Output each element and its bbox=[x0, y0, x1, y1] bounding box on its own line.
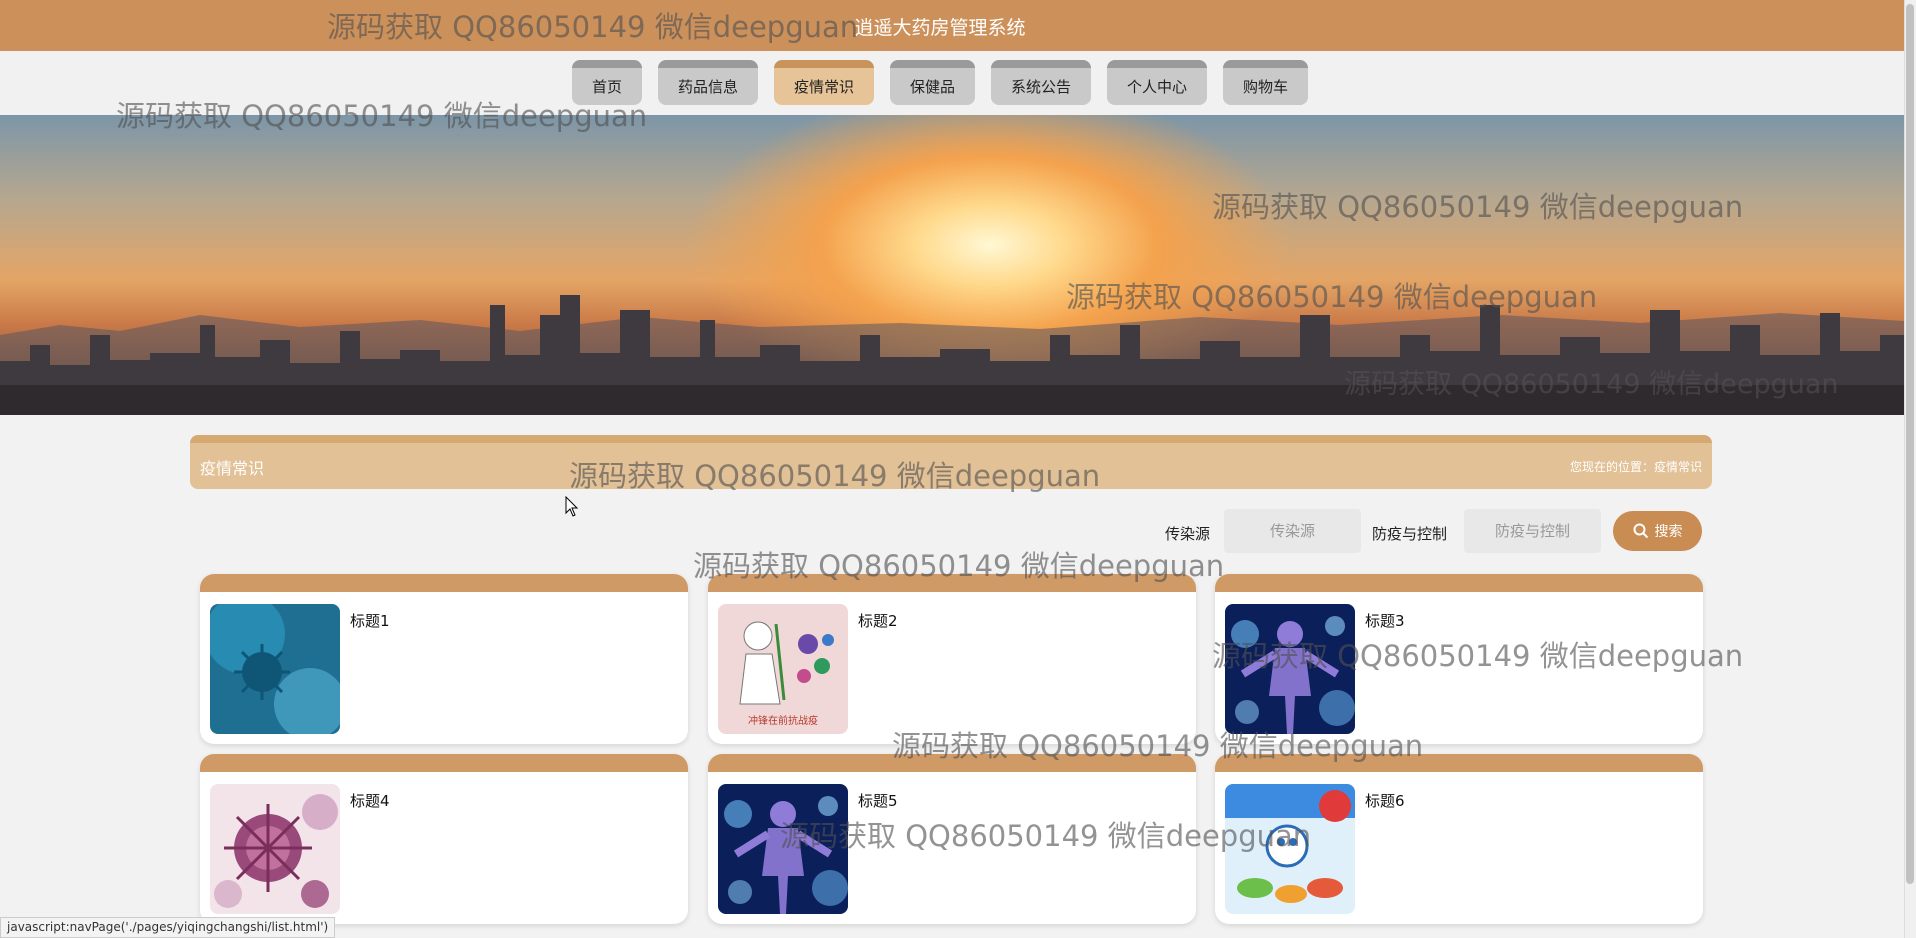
nav-item-epidemic[interactable]: 疫情常识 bbox=[773, 60, 874, 105]
site-title: 逍遥大药房管理系统 bbox=[854, 17, 1026, 39]
nav-item-cart[interactable]: 购物车 bbox=[1223, 60, 1309, 105]
mouse-cursor-icon bbox=[565, 496, 579, 517]
human-virus-image bbox=[1225, 604, 1355, 734]
nav-item-announcements[interactable]: 系统公告 bbox=[991, 60, 1092, 105]
scrollbar-thumb[interactable] bbox=[1906, 4, 1914, 884]
nav-menu: 首页 药品信息 疫情常识 保健品 系统公告 个人中心 购物车 bbox=[0, 60, 1880, 105]
nav-item-medicine[interactable]: 药品信息 bbox=[657, 60, 758, 105]
source-input[interactable] bbox=[1224, 509, 1361, 553]
doctor-cartoon-image: 冲锋在前抗战疫 bbox=[718, 604, 848, 734]
city-skyline-image bbox=[0, 295, 1904, 415]
article-card[interactable]: 标题6 bbox=[1215, 754, 1703, 924]
card-top-bar bbox=[708, 754, 1196, 772]
article-card[interactable]: 冲锋在前抗战疫 标题2 bbox=[708, 574, 1196, 744]
nav-item-profile[interactable]: 个人中心 bbox=[1107, 60, 1208, 105]
article-card[interactable]: 标题1 bbox=[200, 574, 688, 744]
section-title: 疫情常识 bbox=[200, 459, 265, 478]
search-button-label: 搜索 bbox=[1654, 524, 1683, 540]
virus-image bbox=[210, 604, 340, 734]
search-form: 传染源 防疫与控制 搜索 bbox=[0, 509, 1916, 553]
card-top-bar bbox=[1215, 754, 1703, 772]
hero-banner bbox=[0, 115, 1904, 415]
nav-item-health-products[interactable]: 保健品 bbox=[889, 60, 975, 105]
article-card[interactable]: 标题4 bbox=[200, 754, 688, 924]
card-top-bar bbox=[200, 574, 688, 592]
card-title[interactable]: 标题2 bbox=[858, 610, 898, 631]
article-card[interactable]: 标题5 bbox=[708, 754, 1196, 924]
search-button[interactable]: 搜索 bbox=[1613, 511, 1702, 551]
card-title[interactable]: 标题4 bbox=[350, 790, 390, 811]
prevention-label: 防疫与控制 bbox=[1372, 525, 1448, 543]
card-title[interactable]: 标题6 bbox=[1365, 790, 1405, 811]
card-title[interactable]: 标题3 bbox=[1365, 610, 1405, 631]
image-caption: 冲锋在前抗战疫 bbox=[748, 716, 818, 727]
card-top-bar bbox=[200, 754, 688, 772]
card-top-bar bbox=[1215, 574, 1703, 592]
top-header: 逍遥大药房管理系统 bbox=[0, 0, 1904, 51]
card-top-bar bbox=[708, 574, 1196, 592]
nav-item-home[interactable]: 首页 bbox=[571, 60, 642, 105]
card-title[interactable]: 标题1 bbox=[350, 610, 390, 631]
search-icon bbox=[1633, 523, 1648, 539]
page-scrollbar[interactable] bbox=[1904, 0, 1916, 938]
breadcrumb: 您现在的位置：疫情常识 bbox=[1569, 460, 1702, 474]
nav-bar: 首页 药品信息 疫情常识 保健品 系统公告 个人中心 购物车 bbox=[0, 51, 1904, 115]
virus-image bbox=[210, 784, 340, 914]
food-cartoon-image bbox=[1225, 784, 1355, 914]
human-virus-image bbox=[718, 784, 848, 914]
source-label: 传染源 bbox=[1165, 525, 1211, 543]
status-bar-url: javascript:navPage('./pages/yiqingchangs… bbox=[0, 917, 336, 938]
card-title[interactable]: 标题5 bbox=[858, 790, 898, 811]
article-card[interactable]: 标题3 bbox=[1215, 574, 1703, 744]
section-header: 疫情常识 您现在的位置：疫情常识 bbox=[190, 435, 1712, 489]
prevention-input[interactable] bbox=[1464, 509, 1601, 553]
